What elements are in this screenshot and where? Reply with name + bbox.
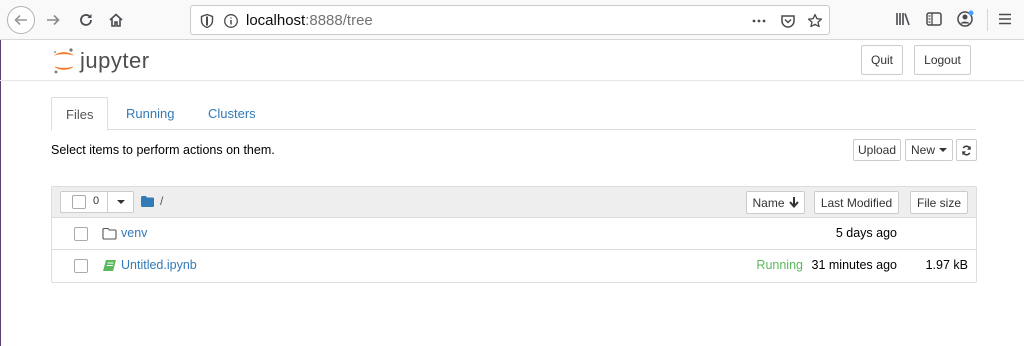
select-all-group: 0 — [60, 191, 134, 213]
tab-running[interactable]: Running — [112, 97, 188, 130]
reload-button[interactable] — [73, 7, 99, 33]
item-name[interactable]: venv — [121, 226, 147, 240]
selection-hint: Select items to perform actions on them. — [51, 143, 275, 157]
library-button[interactable] — [894, 10, 914, 30]
select-all-checkbox[interactable] — [72, 195, 86, 209]
upload-button[interactable]: Upload — [853, 139, 901, 161]
selected-count: 0 — [93, 195, 100, 207]
item-checkbox[interactable] — [74, 259, 88, 273]
library-icon — [896, 13, 910, 26]
breadcrumb-root[interactable]: / — [160, 194, 163, 208]
reload-icon — [80, 14, 92, 26]
arrow-down-icon — [788, 197, 799, 208]
item-name[interactable]: Untitled.ipynb — [121, 258, 197, 272]
item-modified: 5 days ago — [835, 226, 897, 240]
file-list: 0 / Name Last Modified File size venv 5 … — [51, 186, 977, 283]
sort-size-button[interactable]: File size — [910, 191, 968, 214]
tab-clusters[interactable]: Clusters — [194, 97, 270, 130]
notebook-icon — [103, 260, 116, 271]
account-icon — [957, 10, 974, 27]
main-tabs: Files Running Clusters — [51, 97, 976, 131]
forward-icon — [47, 14, 60, 26]
pocket-icon[interactable] — [780, 13, 796, 29]
shield-icon[interactable] — [199, 13, 215, 29]
select-dropdown-button[interactable] — [107, 192, 134, 212]
tab-files[interactable]: Files — [51, 97, 109, 131]
back-button[interactable] — [7, 6, 35, 34]
logo-text: jupyter — [80, 48, 150, 73]
sort-name-button[interactable]: Name — [746, 191, 805, 214]
back-icon — [14, 14, 27, 26]
breadcrumb: / — [141, 194, 163, 208]
toolbar-separator — [987, 9, 988, 31]
window-edge — [0, 40, 1, 346]
forward-button[interactable] — [40, 7, 66, 33]
browser-toolbar: localhost:8888/tree — [0, 0, 1024, 40]
item-modified: 31 minutes ago — [811, 258, 897, 272]
star-icon[interactable] — [807, 13, 823, 29]
list-item[interactable]: venv 5 days ago — [52, 218, 976, 250]
item-size: 1.97 kB — [925, 258, 968, 272]
sidebar-button[interactable] — [925, 10, 945, 30]
url-text[interactable]: localhost:8888/tree — [246, 12, 373, 29]
list-item[interactable]: Untitled.ipynb Running 31 minutes ago 1.… — [52, 250, 976, 282]
home-icon — [109, 13, 123, 27]
jupyter-logo[interactable]: jupyter — [52, 46, 150, 76]
logout-button[interactable]: Logout — [914, 45, 971, 75]
file-list-header: 0 / Name Last Modified File size — [52, 187, 976, 218]
chevron-down-icon — [939, 148, 947, 152]
chevron-down-icon — [117, 200, 125, 204]
jupyter-logo-icon — [54, 48, 74, 74]
more-icon[interactable] — [751, 13, 767, 29]
sort-modified-button[interactable]: Last Modified — [814, 191, 899, 214]
new-button[interactable]: New — [905, 139, 953, 161]
item-checkbox[interactable] — [74, 227, 88, 241]
new-button-label: New — [910, 143, 935, 157]
sort-name-label: Name — [752, 195, 785, 210]
status-badge: Running — [756, 258, 803, 272]
home-button[interactable] — [103, 7, 129, 33]
quit-button[interactable]: Quit — [861, 45, 903, 75]
refresh-icon — [962, 145, 971, 155]
refresh-button[interactable] — [956, 139, 977, 161]
jupyter-header: jupyter Quit Logout — [0, 41, 1024, 81]
sidebar-icon — [926, 12, 942, 26]
url-bar[interactable]: localhost:8888/tree — [190, 5, 830, 35]
folder-icon — [102, 227, 117, 240]
account-button[interactable] — [956, 10, 976, 30]
info-icon[interactable] — [223, 13, 239, 29]
menu-button[interactable] — [996, 10, 1016, 30]
folder-icon[interactable] — [141, 195, 154, 207]
menu-icon — [999, 13, 1011, 25]
